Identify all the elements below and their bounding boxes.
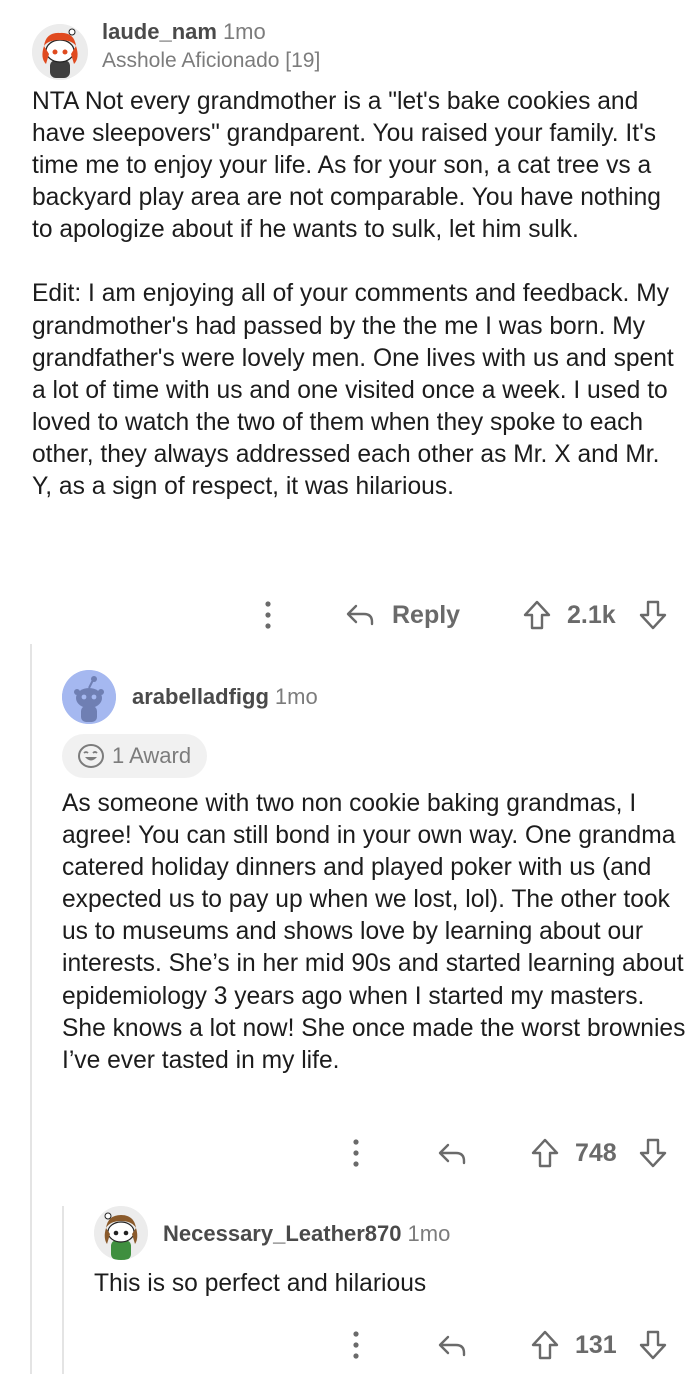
comment-age: 1mo — [274, 684, 318, 709]
thread-line[interactable] — [62, 1206, 64, 1374]
upvote-arrow-icon — [531, 1330, 559, 1360]
thread-line[interactable] — [30, 644, 32, 1374]
username[interactable]: arabelladfigg — [132, 684, 269, 709]
downvote-button[interactable] — [638, 598, 668, 632]
user-avatar[interactable] — [94, 1206, 148, 1260]
username[interactable]: laude_nam — [102, 19, 217, 44]
more-options-button[interactable] — [344, 1328, 368, 1362]
username[interactable]: Necessary_Leather870 — [163, 1221, 402, 1246]
default-snoo-avatar-icon — [62, 670, 116, 724]
reply-button[interactable]: Reply — [344, 598, 460, 632]
comment-age: 1mo — [222, 19, 266, 44]
award-label: 1 Award — [112, 743, 192, 768]
comment-paragraph: NTA Not every grandmother is a "let's ba… — [32, 88, 661, 244]
comment-paragraph: Edit: I am enjoying all of your comments… — [32, 280, 674, 501]
more-options-icon — [265, 601, 271, 629]
comment-paragraph: This is so perfect and hilarious — [94, 1270, 427, 1297]
more-options-button[interactable] — [256, 598, 280, 632]
vote-count: 2.1k — [567, 601, 616, 629]
reply-icon — [438, 1143, 466, 1165]
comment-paragraph: As someone with two non cookie baking gr… — [62, 790, 686, 1074]
comment-author[interactable]: laude_nam 1mo — [102, 19, 266, 45]
snoo-avatar-green-icon — [94, 1206, 148, 1260]
upvote-button[interactable] — [522, 598, 552, 632]
comment-age: 1mo — [407, 1221, 451, 1246]
reply-label: Reply — [392, 600, 461, 629]
upvote-button[interactable] — [530, 1136, 560, 1170]
downvote-arrow-icon — [639, 1138, 667, 1168]
snoo-avatar-red-hair-icon — [32, 24, 88, 80]
reply-button[interactable] — [436, 1138, 468, 1170]
upvote-arrow-icon — [523, 600, 551, 630]
downvote-arrow-icon — [639, 600, 667, 630]
downvote-button[interactable] — [638, 1136, 668, 1170]
upvote-arrow-icon — [531, 1138, 559, 1168]
user-flair: Asshole Aficionado [19] — [102, 49, 321, 72]
vote-count: 748 — [575, 1139, 617, 1167]
downvote-button[interactable] — [638, 1328, 668, 1362]
more-options-button[interactable] — [344, 1136, 368, 1170]
laughing-face-award-icon — [78, 744, 104, 768]
more-options-icon — [353, 1331, 359, 1359]
comment-body: This is so perfect and hilarious — [94, 1268, 684, 1300]
upvote-button[interactable] — [530, 1328, 560, 1362]
award-badge[interactable]: 1 Award — [62, 734, 208, 778]
user-avatar[interactable] — [32, 24, 88, 80]
comment-author[interactable]: arabelladfigg 1mo — [132, 684, 318, 710]
reply-button[interactable] — [436, 1330, 468, 1362]
downvote-arrow-icon — [639, 1330, 667, 1360]
comment-body: NTA Not every grandmother is a "let's ba… — [32, 86, 682, 503]
more-options-icon — [353, 1139, 359, 1167]
user-avatar[interactable] — [62, 670, 116, 724]
vote-count: 131 — [575, 1331, 617, 1359]
reply-icon — [438, 1335, 466, 1357]
reply-icon — [346, 604, 374, 626]
comment-author[interactable]: Necessary_Leather870 1mo — [163, 1221, 450, 1247]
comment-body: As someone with two non cookie baking gr… — [62, 788, 692, 1077]
